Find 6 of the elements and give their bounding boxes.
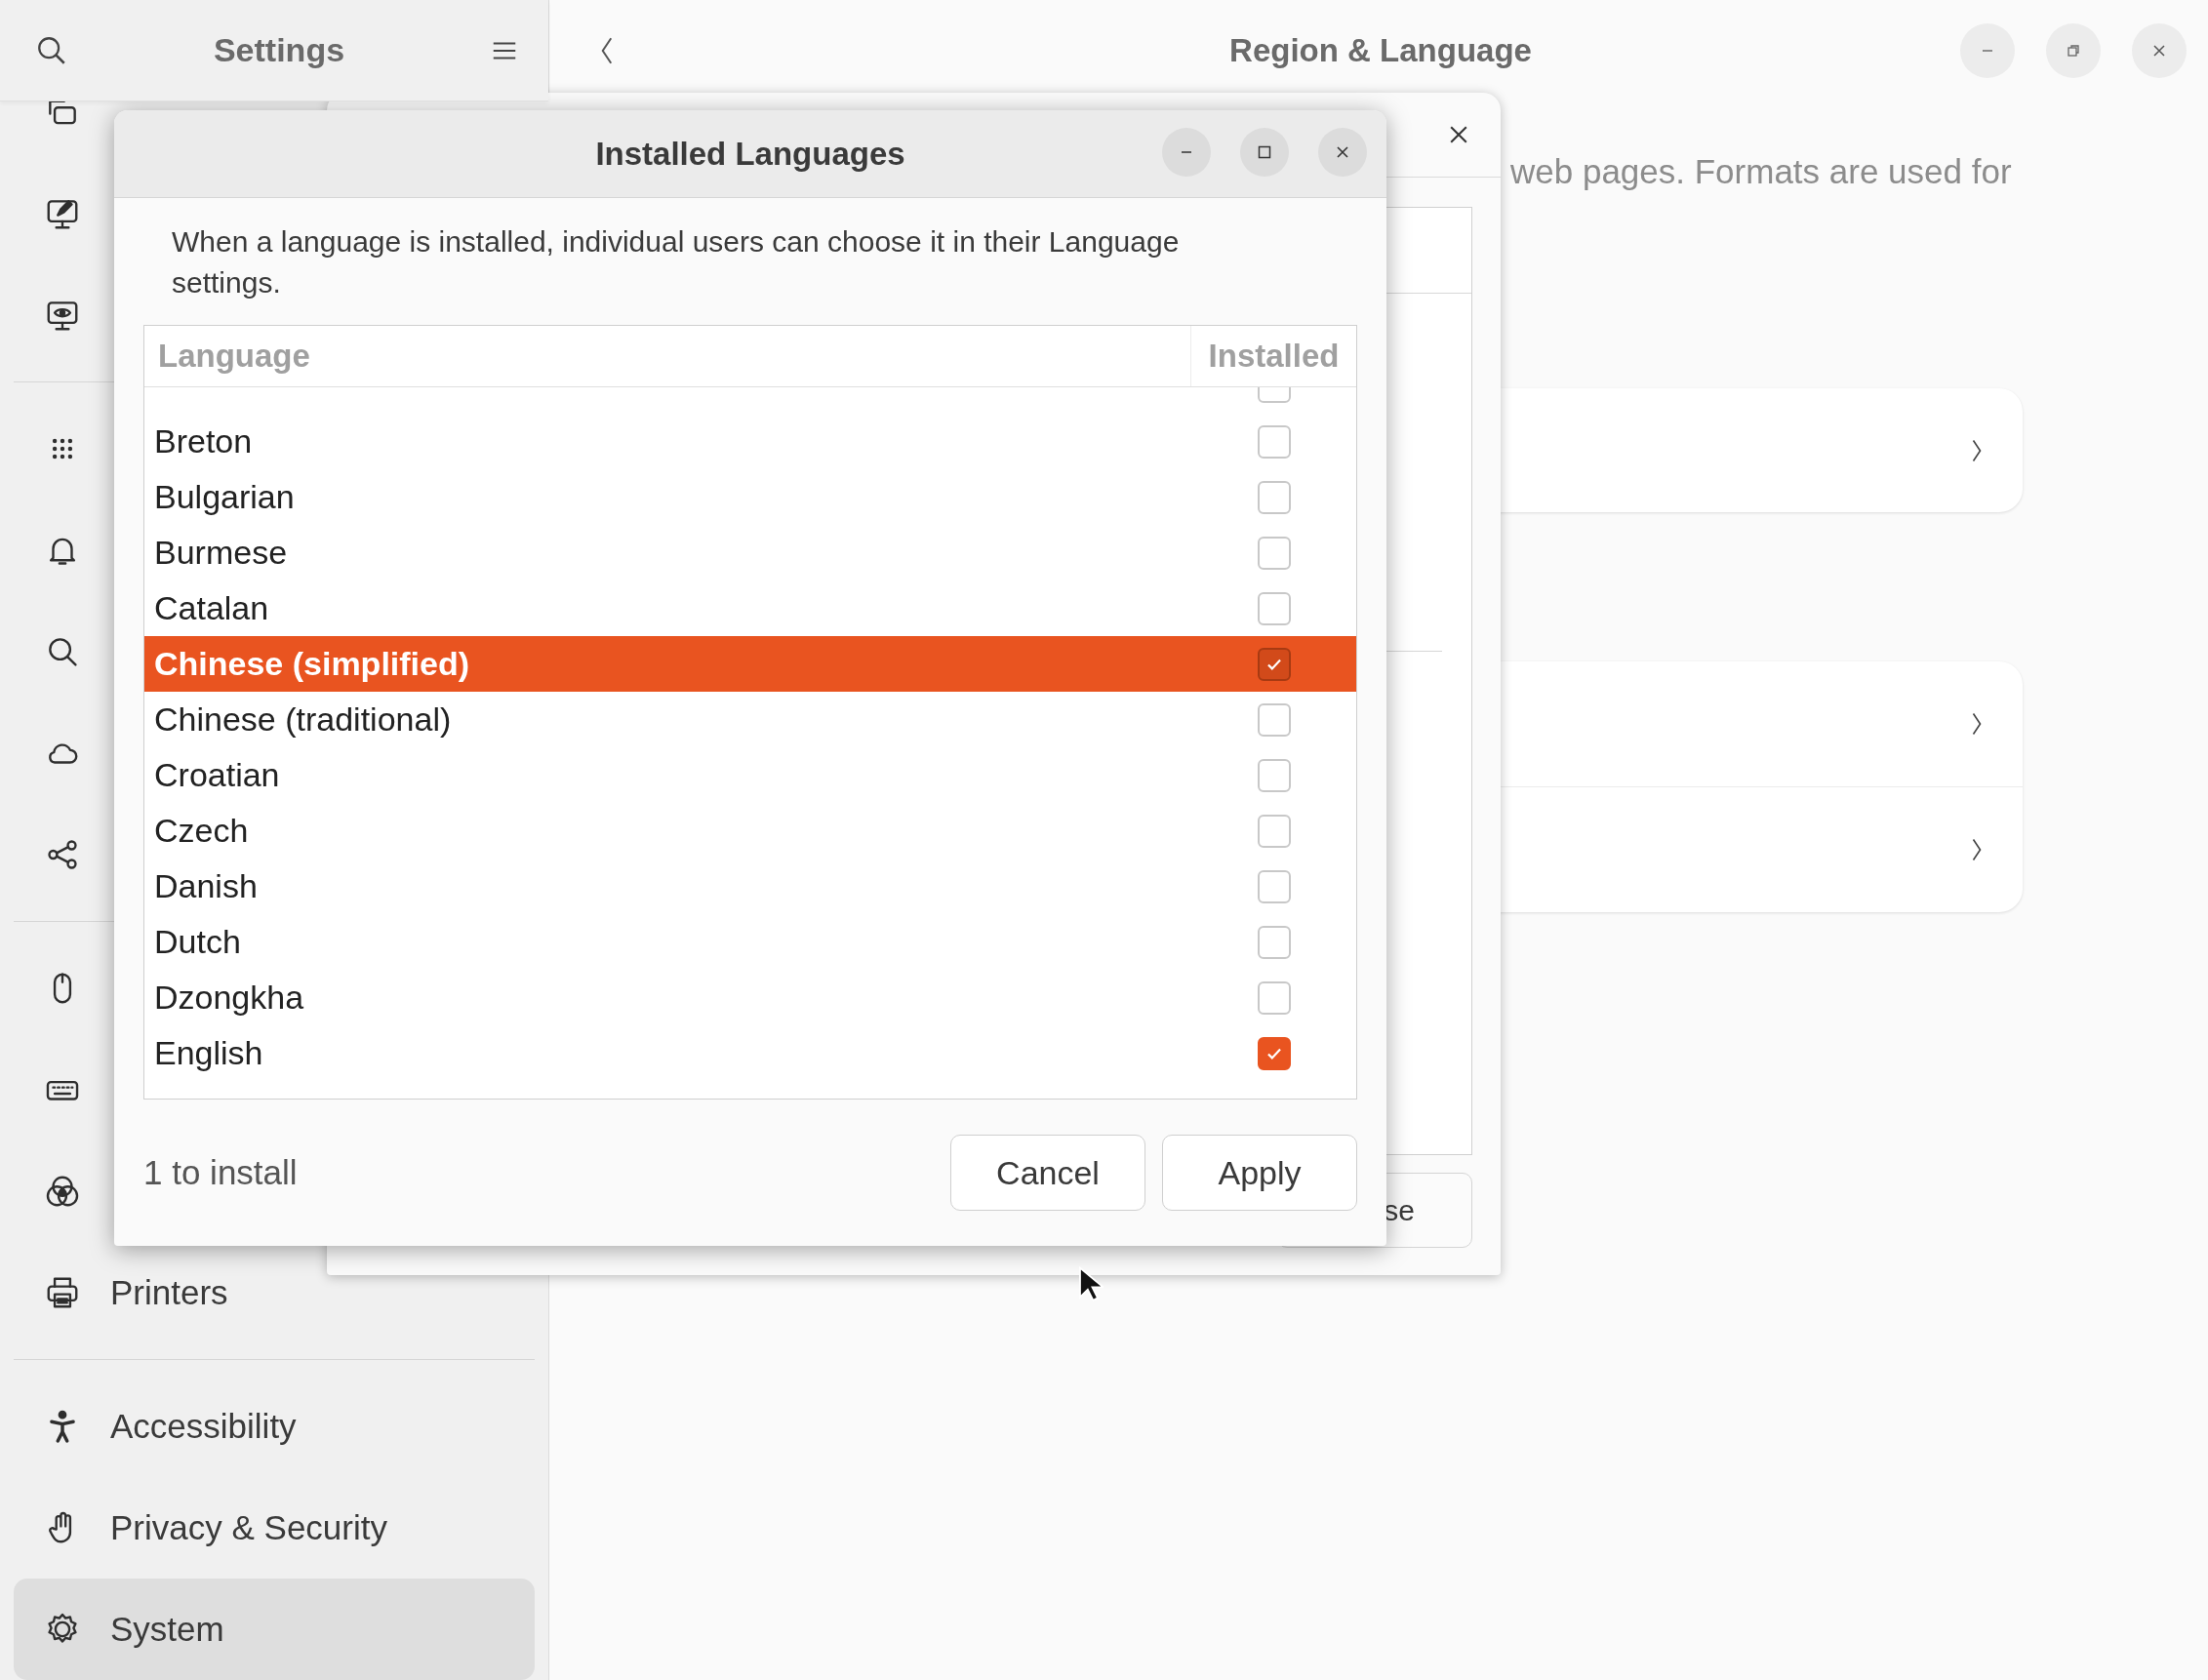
dialog-title: Installed Languages (595, 135, 905, 173)
install-count: 1 to install (143, 1153, 298, 1192)
sidebar-title: Settings (213, 31, 345, 69)
page-description: web pages. Formats are used for (1510, 152, 2013, 191)
dialog-description: When a language is installed, individual users can choose it in their Language settings. (172, 224, 1181, 300)
page-title: Region & Language (1228, 32, 1533, 69)
